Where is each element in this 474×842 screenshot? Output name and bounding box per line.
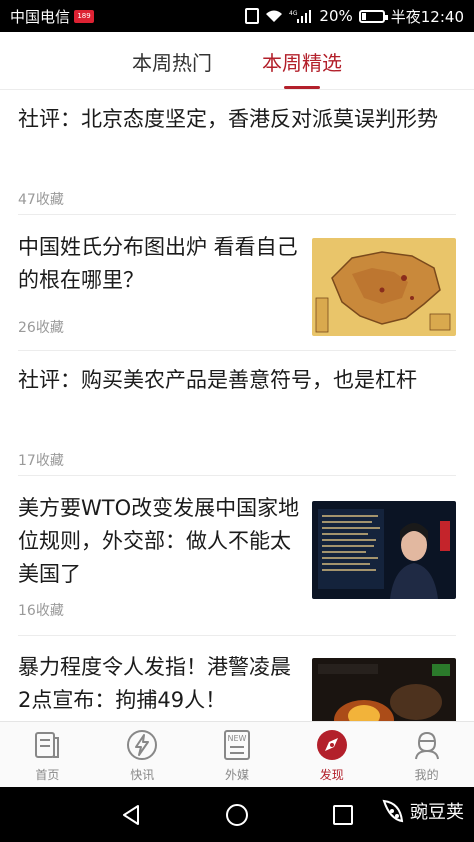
article-saves: 47收藏	[18, 192, 64, 208]
clock: 半夜12:40	[390, 7, 464, 26]
article-feed: 社评：北京态度坚定，香港反对派莫误判形势 47收藏 中国姓氏分布图出炉 看看自己…	[0, 91, 474, 721]
tab-bar: 本周热门 本周精选	[0, 32, 474, 90]
nav-discover-label: 发现	[319, 768, 344, 782]
nav-home[interactable]: 首页	[0, 722, 95, 787]
vibrate-icon	[245, 8, 260, 24]
battery-level	[361, 12, 366, 20]
china-map-image	[312, 238, 456, 336]
article-saves: 16收藏	[18, 603, 64, 619]
pea-pod-logo-icon	[382, 799, 404, 823]
article-thumbnail	[312, 238, 456, 336]
article-title: 社评：北京态度坚定，香港反对派莫误判形势	[18, 107, 438, 131]
network-type: 4G	[289, 10, 298, 17]
article-thumbnail	[312, 501, 456, 599]
watermark-text: 豌豆荚	[410, 802, 464, 823]
article-item[interactable]: 社评：购买美农产品是善意符号，也是杠杆 17收藏	[18, 364, 456, 476]
nav-flash[interactable]: 快讯	[95, 722, 190, 787]
nav-flash-label: 快讯	[130, 768, 155, 782]
tab-weekly-hot[interactable]: 本周热门	[132, 32, 212, 89]
article-saves: 17收藏	[18, 453, 64, 469]
status-bar: 中国电信 189 4G 20% 半夜12:40	[0, 0, 474, 32]
article-item[interactable]: 社评：北京态度坚定，香港反对派莫误判形势 47收藏	[18, 103, 456, 215]
nav-discover[interactable]: 发现	[284, 722, 379, 787]
battery-percent: 20%	[319, 7, 353, 25]
back-icon[interactable]	[120, 803, 142, 827]
article-thumbnail	[312, 658, 456, 721]
wifi-icon	[266, 10, 283, 22]
carrier-info: 中国电信 189	[10, 6, 95, 27]
article-item[interactable]: 美方要WTO改变发展中国家地位规则，外交部：做人不能太美国了 16收藏	[18, 492, 456, 636]
home-news-icon	[30, 728, 64, 762]
lightning-icon	[125, 728, 159, 762]
nav-mine[interactable]: 我的	[379, 722, 474, 787]
article-title: 中国姓氏分布图出炉 看看自己的根在哪里？	[18, 235, 298, 292]
spokesperson-photo-image	[312, 501, 456, 599]
carrier-badge-icon: 189	[74, 9, 95, 23]
article-title: 社评：购买美农产品是善意符号，也是杠杆	[18, 368, 417, 392]
compass-icon	[315, 728, 349, 762]
new-media-icon: NEW	[220, 728, 254, 762]
battery-icon	[358, 9, 388, 23]
article-saves: 26收藏	[18, 320, 64, 336]
new-media-icon-text: NEW	[228, 734, 247, 743]
article-title: 美方要WTO改变发展中国家地位规则，外交部：做人不能太美国了	[18, 496, 300, 586]
article-item[interactable]: 中国姓氏分布图出炉 看看自己的根在哪里？ 26收藏	[18, 231, 456, 351]
article-item[interactable]: 暴力程度令人发指！港警凌晨2点宣布：拘捕49人！	[18, 651, 456, 721]
nav-home-label: 首页	[35, 768, 60, 782]
home-circle-icon[interactable]	[225, 803, 249, 827]
profile-icon	[410, 728, 444, 762]
carrier-name: 中国电信	[10, 7, 71, 26]
nav-foreign-media[interactable]: NEW 外媒	[190, 722, 285, 787]
nav-foreign-media-label: 外媒	[224, 768, 249, 782]
bottom-nav: 首页 快讯 NEW 外媒 发现 我的	[0, 721, 474, 787]
nav-mine-label: 我的	[414, 768, 439, 782]
system-nav-bar: 豌豆荚	[0, 787, 474, 842]
night-fire-photo-image	[312, 658, 456, 721]
watermark: 豌豆荚	[380, 797, 464, 825]
article-title: 暴力程度令人发指！港警凌晨2点宣布：拘捕49人！	[18, 655, 291, 712]
recents-icon[interactable]	[332, 804, 354, 826]
tab-weekly-picks[interactable]: 本周精选	[262, 32, 342, 89]
signal-icon: 4G	[289, 10, 312, 23]
